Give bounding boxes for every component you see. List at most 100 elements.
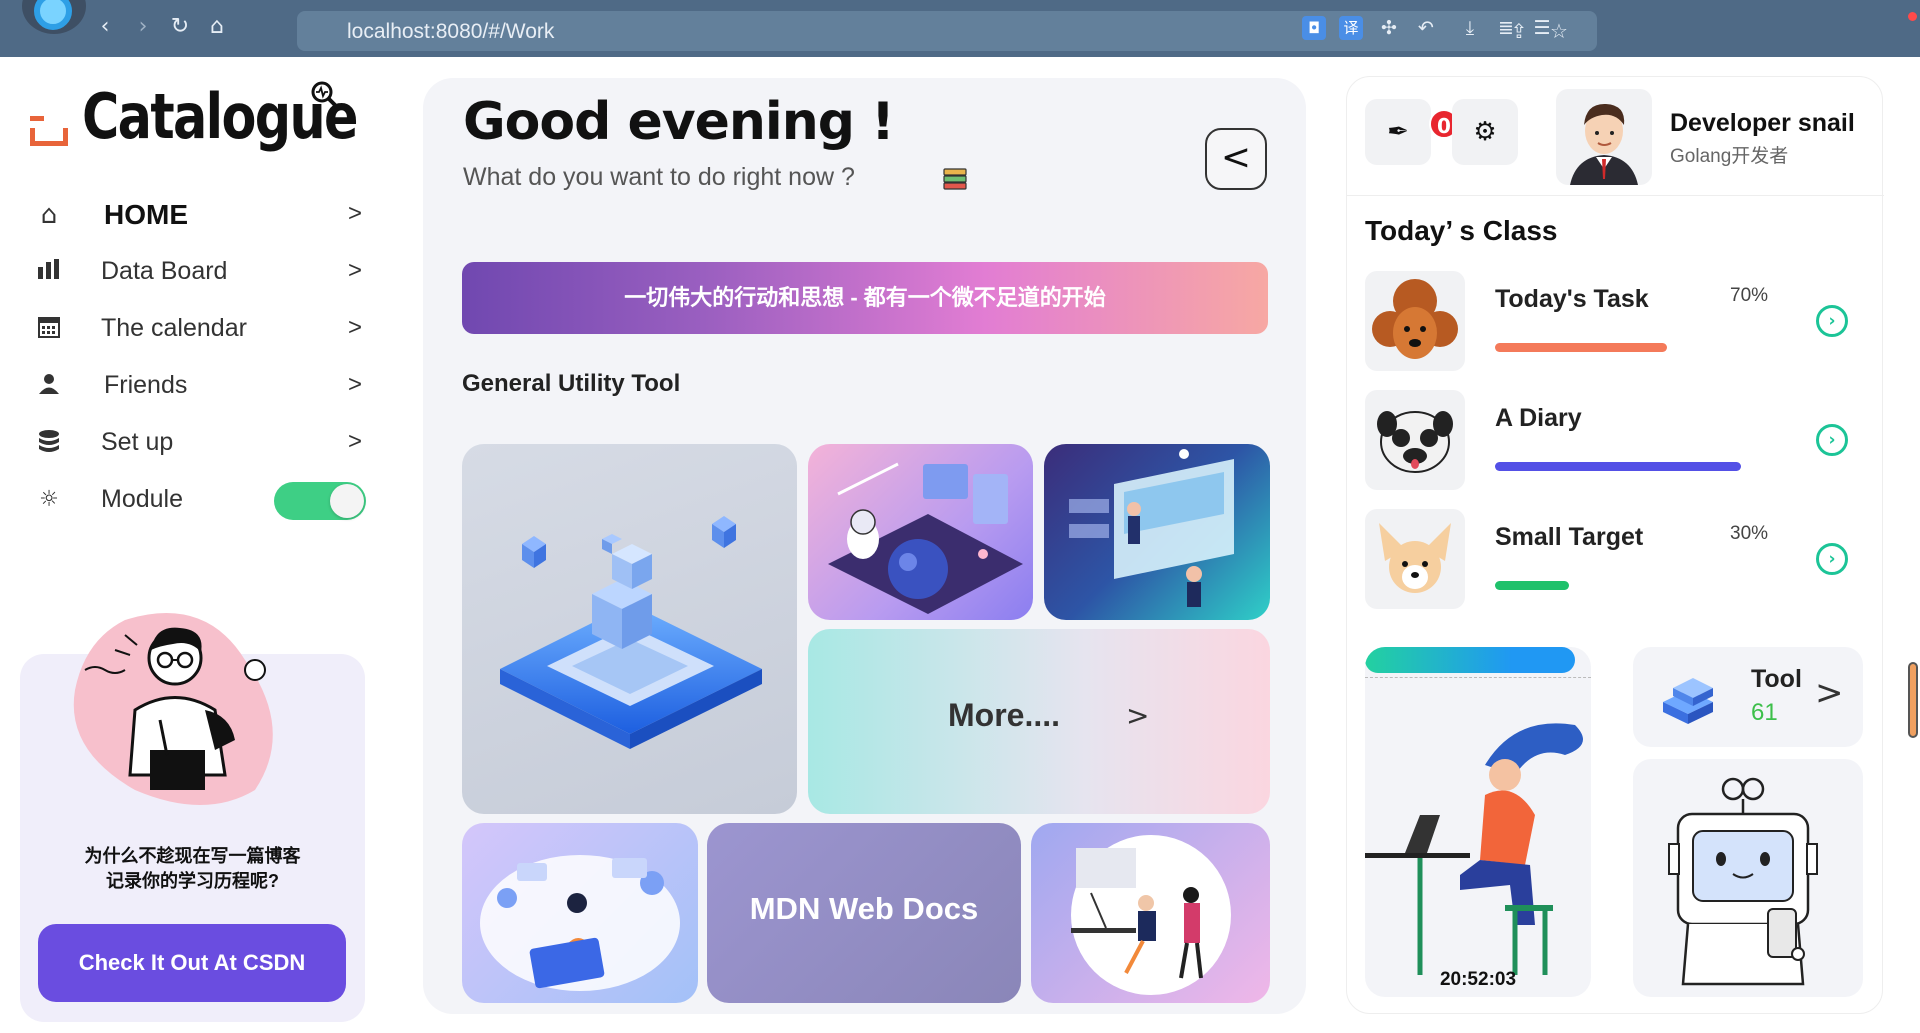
sidebar-item-label: Data Board	[101, 257, 228, 285]
friends-icon	[36, 373, 62, 399]
mdn-docs-tile[interactable]: MDN Web Docs	[707, 823, 1021, 1003]
poodle-avatar	[1365, 271, 1465, 371]
user-name: Developer snail	[1670, 109, 1855, 137]
browser-menu-icon[interactable]: ☰	[1530, 16, 1554, 40]
developers-illustration	[1069, 449, 1234, 607]
write-button[interactable]: ✒ 0	[1365, 99, 1459, 165]
remote-work-illustration	[480, 855, 680, 991]
tool-tile-workshop[interactable]	[1031, 823, 1270, 1003]
chevron-circle-icon[interactable]: ›	[1816, 305, 1848, 337]
more-label: More....	[948, 697, 1061, 733]
reload-icon[interactable]: ↻	[168, 15, 192, 39]
promo-text: 为什么不趁现在写一篇博客 记录你的学习历程呢?	[20, 844, 365, 894]
sidebar-item-label: Module	[101, 485, 183, 513]
chevron-right-icon: >	[1126, 699, 1150, 732]
chevron-circle-icon[interactable]: ›	[1816, 424, 1848, 456]
chevron-circle-icon[interactable]: ›	[1816, 543, 1848, 575]
robot-card	[1633, 759, 1863, 997]
notification-dot	[1908, 12, 1917, 21]
tool-count: 61	[1751, 699, 1778, 726]
tool-tile-cubes[interactable]	[462, 444, 797, 814]
task-percent: 30%	[1730, 523, 1769, 544]
sidebar-item-data-board[interactable]: Data Board >	[30, 247, 370, 295]
gear-icon: ⚙	[1473, 117, 1497, 147]
today-class-title: Today’ s Class	[1365, 215, 1558, 246]
browser-logo-icon[interactable]	[22, 0, 86, 34]
chevron-right-icon: >	[348, 371, 363, 398]
gradient-bar	[1365, 647, 1575, 673]
tool-tile-astronaut[interactable]	[808, 444, 1033, 620]
sidebar-item-label: Set up	[101, 428, 174, 456]
cubes-illustration	[500, 516, 762, 749]
main-panel: Good evening ! What do you want to do ri…	[423, 78, 1306, 1014]
clock-card: 20:52:03	[1365, 647, 1591, 997]
greeting-subtitle: What do you want to do right now ?	[463, 163, 855, 191]
motto-banner: 一切伟大的行动和思想 - 都有一个微不足道的开始	[462, 262, 1268, 334]
sidebar-item-setup[interactable]: Set up >	[30, 418, 370, 466]
books-icon	[943, 168, 967, 190]
home-icon[interactable]: ⌂	[205, 15, 229, 39]
settings-button[interactable]: ⚙	[1452, 99, 1518, 165]
sidebar-item-label: Friends	[104, 371, 188, 399]
workshop-illustration	[1071, 835, 1231, 995]
tool-tile-remote-work[interactable]	[462, 823, 698, 1003]
developer-avatar-illustration	[1570, 103, 1638, 185]
url-text[interactable]: localhost:8080/#/Work	[347, 20, 554, 44]
task-name: A Diary	[1495, 404, 1582, 432]
tool-name: Tool	[1751, 665, 1802, 693]
chevron-right-icon: >	[348, 257, 363, 284]
extension-shield-icon[interactable]: ◘	[1302, 16, 1326, 40]
chevron-right-icon: >	[348, 314, 363, 341]
tool-tile-developers[interactable]	[1044, 444, 1270, 620]
download-icon[interactable]: ⤓	[1458, 16, 1482, 40]
brand-mark-icon	[30, 116, 68, 146]
sidebar-item-calendar[interactable]: The calendar >	[30, 304, 370, 352]
chevron-right-icon: >	[1815, 673, 1844, 713]
promo-line-1: 为什么不趁现在写一篇博客	[84, 846, 301, 866]
toggle-knob	[330, 484, 364, 518]
avatar[interactable]	[1556, 89, 1652, 185]
reading-list-icon[interactable]: ≣	[1494, 16, 1518, 40]
page-scrollbar[interactable]	[1908, 662, 1918, 738]
task-progress-bar	[1495, 581, 1569, 590]
forward-icon[interactable]: ›	[131, 15, 155, 39]
greeting-title: Good evening !	[463, 92, 895, 152]
chevron-right-icon: >	[348, 200, 363, 227]
chihuahua-avatar	[1365, 509, 1465, 609]
right-panel: ✒ 0 ⚙ Developer snail Golang开发者 Today’ s…	[1346, 76, 1884, 1014]
sidebar-item-label: HOME	[104, 199, 188, 230]
tool-boxes-icon	[1663, 678, 1713, 724]
task-item[interactable]: Today's Task 70% ›	[1365, 271, 1865, 373]
back-icon[interactable]: ‹	[93, 15, 117, 39]
undo-icon[interactable]: ↶	[1414, 16, 1438, 40]
sun-icon: ☼	[39, 487, 59, 512]
brand-logo: Catalogue	[30, 80, 360, 170]
task-item[interactable]: A Diary ›	[1365, 390, 1865, 492]
mdn-label: MDN Web Docs	[749, 891, 979, 926]
task-percent: 70%	[1730, 285, 1769, 306]
tool-card[interactable]: Tool 61 >	[1633, 647, 1863, 747]
woman-at-laptop-illustration	[1365, 723, 1583, 975]
collapse-button[interactable]: <	[1205, 128, 1267, 190]
sidebar-item-friends[interactable]: Friends >	[30, 361, 370, 409]
task-item[interactable]: Small Target 30% ›	[1365, 509, 1865, 611]
sidebar-item-home[interactable]: ⌂ HOME >	[30, 190, 370, 238]
database-icon	[36, 430, 62, 456]
address-bar[interactable]: localhost:8080/#/Work ⇪ ☆	[297, 11, 1597, 51]
csdn-button[interactable]: Check It Out At CSDN	[38, 924, 346, 1002]
user-role: Golang开发者	[1670, 146, 1789, 167]
magnifier-pulse-icon	[311, 81, 340, 110]
pug-avatar	[1365, 390, 1465, 490]
promo-line-2: 记录你的学习历程呢?	[106, 871, 279, 891]
section-title: General Utility Tool	[462, 370, 681, 397]
extensions-puzzle-icon[interactable]: ✣	[1377, 16, 1401, 40]
chevron-right-icon: >	[348, 428, 363, 455]
more-tools-tile[interactable]: More.... >	[808, 629, 1270, 814]
task-name: Small Target	[1495, 523, 1644, 551]
robot-illustration	[1668, 777, 1818, 986]
module-toggle[interactable]	[274, 482, 366, 520]
pen-icon: ✒	[1387, 117, 1409, 147]
translate-icon[interactable]: 译	[1339, 16, 1363, 40]
sidebar-item-label: The calendar	[101, 314, 247, 342]
clock-time: 20:52:03	[1439, 969, 1517, 990]
